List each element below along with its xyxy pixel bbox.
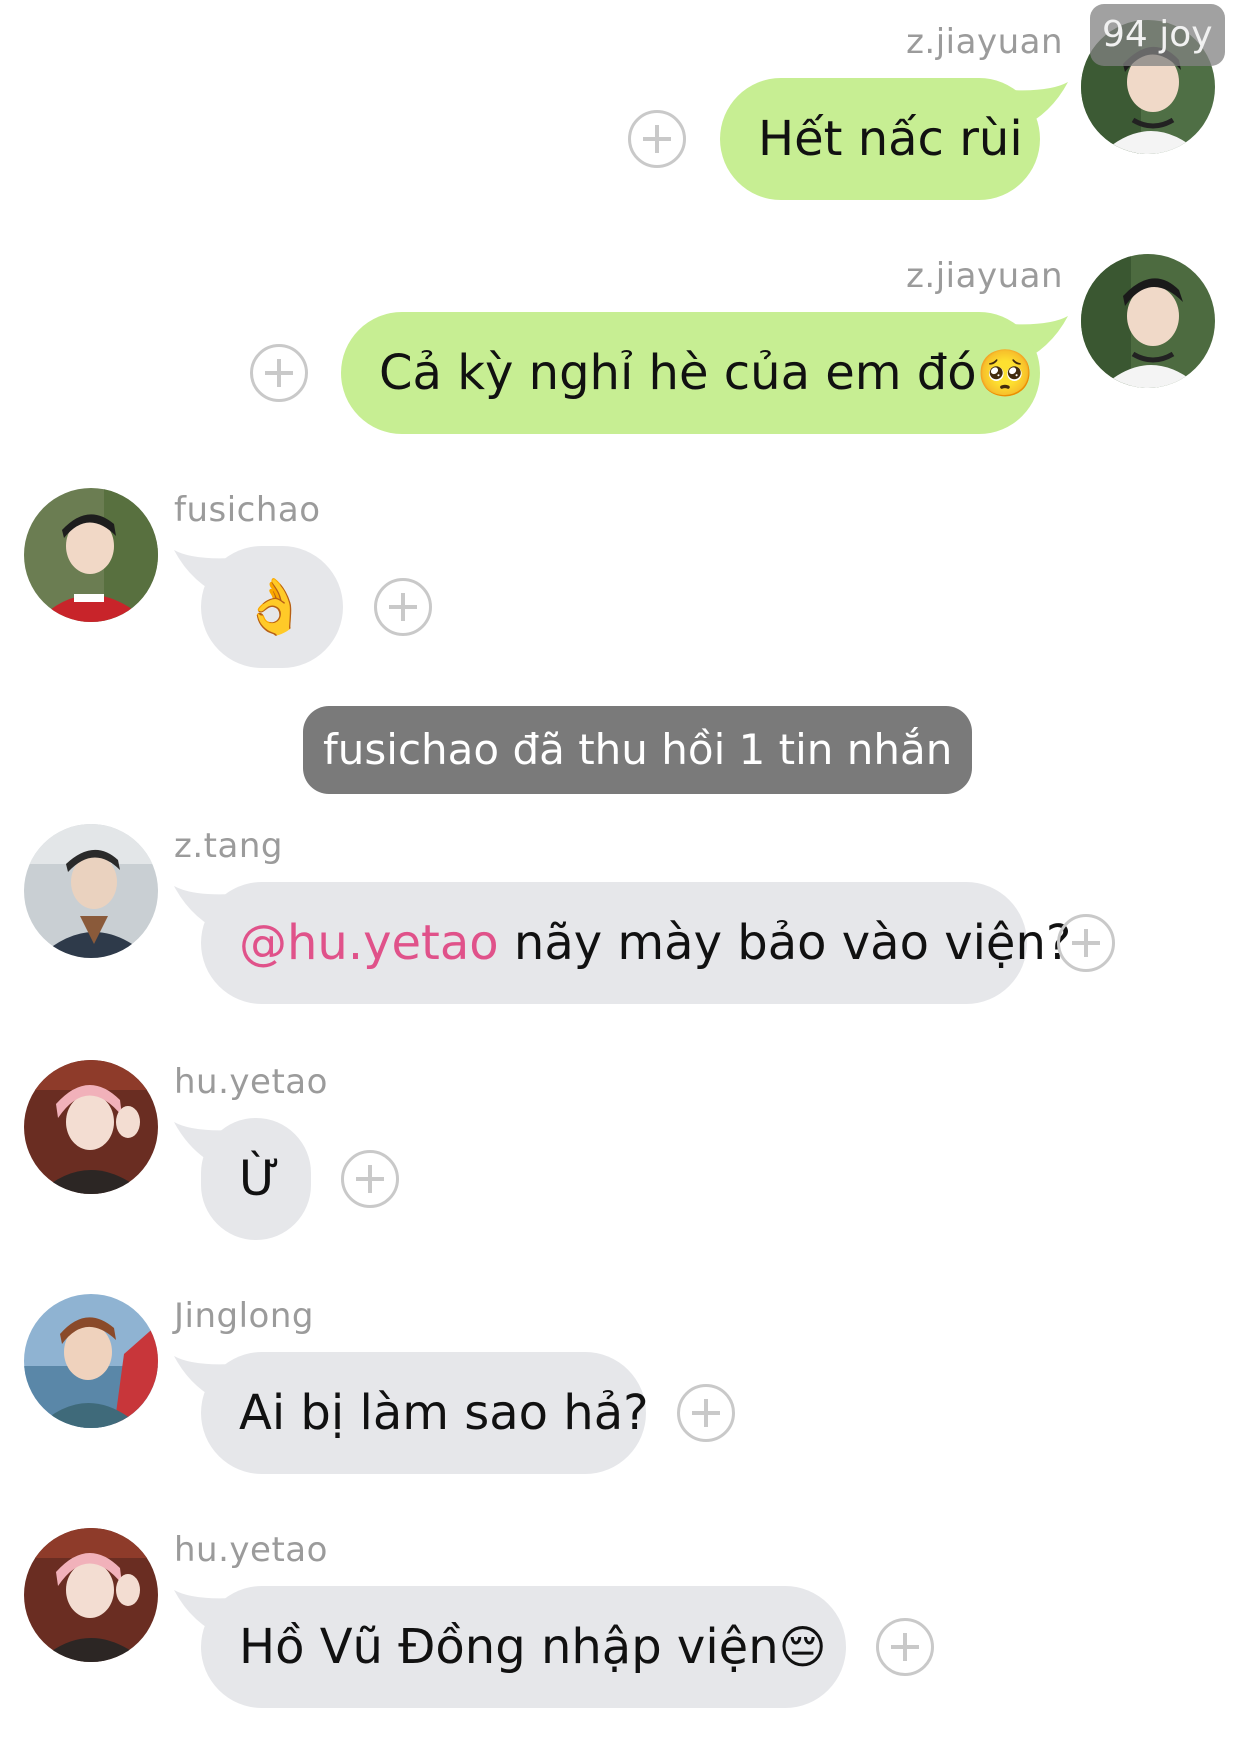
add-reaction-icon[interactable]: [341, 1150, 399, 1208]
mention-link[interactable]: @hu.yetao: [239, 915, 499, 971]
pleading-face-icon: 🥺: [976, 346, 1034, 400]
add-reaction-icon[interactable]: [876, 1618, 934, 1676]
sender-name: hu.yetao: [174, 1062, 328, 1102]
add-reaction-icon[interactable]: [628, 110, 686, 168]
message-text: nãy mày bảo vào viện?: [498, 915, 1072, 971]
add-reaction-icon[interactable]: [677, 1384, 735, 1442]
avatar[interactable]: [24, 488, 158, 622]
sender-name: z.jiayuan: [906, 22, 1063, 62]
chat-thread: z.jiayuan 94 joy Hết nấc rùi z.jiayuan C…: [0, 0, 1242, 1737]
sender-name: Jinglong: [174, 1296, 314, 1336]
avatar-photo: [24, 488, 158, 622]
status-badge: 94 joy: [1090, 4, 1225, 66]
message-bubble[interactable]: @hu.yetao nãy mày bảo vào viện?: [201, 882, 1071, 1004]
message-bubble[interactable]: Cả kỳ nghỉ hè của em đó🥺: [341, 312, 1040, 434]
avatar-photo: [24, 1294, 158, 1428]
avatar-photo: [24, 1528, 158, 1662]
avatar[interactable]: [24, 824, 158, 958]
message-text: Ừ: [239, 1151, 281, 1207]
add-reaction-icon[interactable]: [374, 578, 432, 636]
message-text: Hết nấc rùi: [758, 111, 1023, 167]
message-text: Ai bị làm sao hả?: [239, 1385, 649, 1441]
message-text: Hồ Vũ Đồng nhập viện: [239, 1619, 779, 1675]
sender-name: z.tang: [174, 826, 283, 866]
message-text: Cả kỳ nghỉ hè của em đó: [379, 345, 977, 401]
avatar[interactable]: [1081, 254, 1215, 388]
pensive-face-icon: 😔: [778, 1620, 827, 1674]
message-bubble[interactable]: Hồ Vũ Đồng nhập viện😔: [201, 1586, 846, 1708]
system-notice: fusichao đã thu hồi 1 tin nhắn: [303, 706, 973, 794]
ok-hand-icon: 👌: [241, 575, 309, 638]
add-reaction-icon[interactable]: [1057, 914, 1115, 972]
sender-name: fusichao: [174, 490, 321, 530]
message-bubble[interactable]: 👌: [201, 546, 343, 668]
avatar[interactable]: [24, 1528, 158, 1662]
avatar-photo: [1081, 254, 1215, 388]
avatar-photo: [24, 824, 158, 958]
avatar[interactable]: [24, 1294, 158, 1428]
avatar[interactable]: [24, 1060, 158, 1194]
message-bubble[interactable]: Ừ: [201, 1118, 311, 1240]
add-reaction-icon[interactable]: [250, 344, 308, 402]
sender-name: z.jiayuan: [906, 256, 1063, 296]
avatar-photo: [24, 1060, 158, 1194]
sender-name: hu.yetao: [174, 1530, 328, 1570]
message-bubble[interactable]: Hết nấc rùi: [720, 78, 1040, 200]
message-bubble[interactable]: Ai bị làm sao hả?: [201, 1352, 649, 1474]
